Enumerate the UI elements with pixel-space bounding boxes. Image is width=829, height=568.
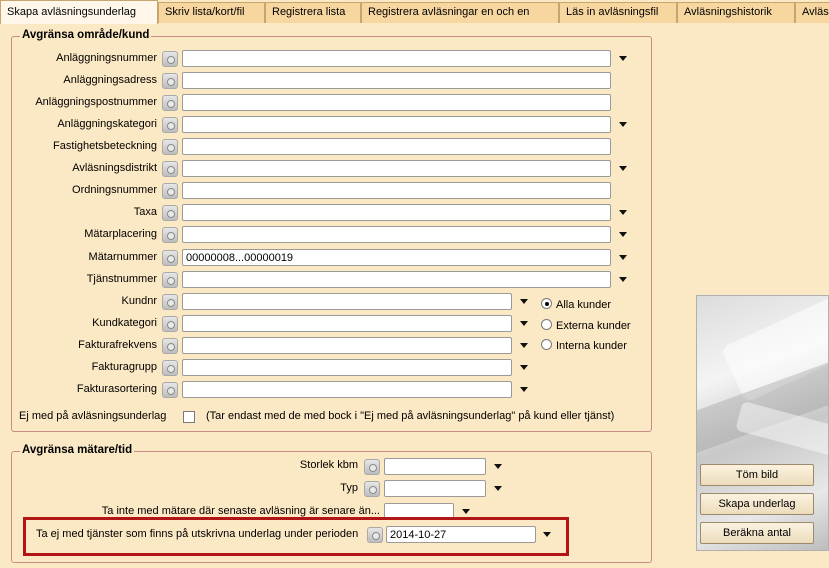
ordningsnummer-input[interactable] [182, 182, 611, 199]
tab-skapa-avlasningsunderlag[interactable]: Skapa avläsningsunderlag [0, 0, 158, 24]
chevron-down-icon[interactable] [517, 294, 532, 309]
gear-icon[interactable] [162, 117, 178, 133]
radio-label: Alla kunder [556, 299, 612, 311]
radio-externa-kunder[interactable]: Externa kunder [541, 319, 631, 332]
chevron-down-icon[interactable] [616, 117, 631, 132]
gear-icon[interactable] [364, 459, 380, 475]
storlek-input[interactable] [384, 458, 486, 475]
chevron-down-icon[interactable] [616, 227, 631, 242]
tab-registrera-lista[interactable]: Registrera lista [265, 2, 361, 23]
fakturasortering-label: Fakturasortering [76, 383, 157, 395]
exclude-label: Ej med på avläsningsunderlag [19, 410, 167, 422]
ordningsnummer-label: Ordningsnummer [72, 184, 157, 196]
tab-registrera-en-och-en[interactable]: Registrera avläsningar en och en [361, 2, 559, 23]
gear-icon[interactable] [162, 205, 178, 221]
exclude-checkbox[interactable] [183, 411, 195, 423]
matarnummer-label: Mätarnummer [88, 251, 157, 263]
tab-avlasningshistorik[interactable]: Avläsningshistorik [677, 2, 795, 23]
chevron-down-icon[interactable] [616, 205, 631, 220]
chevron-down-icon[interactable] [540, 527, 555, 542]
gear-icon[interactable] [162, 161, 178, 177]
group-title-omrade-kund: Avgränsa område/kund [20, 29, 152, 41]
gear-icon[interactable] [162, 294, 178, 310]
kundnr-input[interactable] [182, 293, 512, 310]
anlaggningskategori-input[interactable] [182, 116, 611, 133]
matarnummer-input[interactable]: 00000008...00000019 [182, 249, 611, 266]
tab-las-in-avlasningsfil[interactable]: Läs in avläsningsfil [559, 2, 677, 23]
gear-icon[interactable] [162, 139, 178, 155]
tab-skriv-lista[interactable]: Skriv lista/kort/fil [158, 2, 265, 23]
kundnr-label: Kundnr [121, 295, 157, 307]
fakturafrekvens-input[interactable] [182, 337, 512, 354]
chevron-down-icon[interactable] [616, 272, 631, 287]
anlaggningsadress-label: Anläggningsadress [63, 74, 157, 86]
fakturagrupp-input[interactable] [182, 359, 512, 376]
exclude-note: (Tar endast med de med bock i "Ej med på… [206, 410, 615, 422]
skapa-underlag-button[interactable]: Skapa underlag [700, 493, 814, 515]
chevron-down-icon[interactable] [491, 481, 506, 496]
tom-bild-button[interactable]: Töm bild [700, 464, 814, 486]
berakna-antal-button[interactable]: Beräkna antal [700, 522, 814, 544]
radio-alla-kunder[interactable]: Alla kunder [541, 298, 611, 311]
group-title-matare-tid: Avgränsa mätare/tid [20, 444, 135, 456]
typ-input[interactable] [384, 480, 486, 497]
radio-interna-kunder[interactable]: Interna kunder [541, 339, 627, 352]
gear-icon[interactable] [162, 338, 178, 354]
fastighetsbeteckning-label: Fastighetsbeteckning [53, 140, 157, 152]
chevron-down-icon[interactable] [616, 161, 631, 176]
gear-icon[interactable] [162, 73, 178, 89]
fakturagrupp-label: Fakturagrupp [91, 361, 157, 373]
gear-icon[interactable] [364, 481, 380, 497]
tjanstnummer-input[interactable] [182, 271, 611, 288]
avlasningsdistrikt-label: Avläsningsdistrikt [72, 162, 157, 174]
anlaggningsadress-input[interactable] [182, 72, 611, 89]
radio-button[interactable] [541, 298, 552, 309]
fastighetsbeteckning-input[interactable] [182, 138, 611, 155]
tab-avlas[interactable]: Avläs [795, 2, 829, 23]
anlaggningspostnummer-label: Anläggningspostnummer [35, 96, 157, 108]
tab-bar: Skapa avläsningsunderlag Skriv lista/kor… [0, 0, 829, 24]
chevron-down-icon[interactable] [517, 338, 532, 353]
tjanstnummer-label: Tjänstnummer [86, 273, 157, 285]
gear-icon[interactable] [162, 183, 178, 199]
fakturasortering-input[interactable] [182, 381, 512, 398]
radio-button[interactable] [541, 319, 552, 330]
storlek-label: Storlek kbm [299, 459, 358, 471]
chevron-down-icon[interactable] [517, 360, 532, 375]
taxa-label: Taxa [133, 206, 157, 218]
anlaggningspostnummer-input[interactable] [182, 94, 611, 111]
kundkategori-label: Kundkategori [92, 317, 157, 329]
chevron-down-icon[interactable] [517, 316, 532, 331]
gear-icon[interactable] [162, 316, 178, 332]
chevron-down-icon[interactable] [517, 382, 532, 397]
gear-icon[interactable] [162, 51, 178, 67]
gear-icon[interactable] [162, 360, 178, 376]
gear-icon[interactable] [162, 95, 178, 111]
typ-label: Typ [340, 482, 358, 494]
gear-icon[interactable] [162, 382, 178, 398]
anlaggningskategori-label: Anläggningskategori [57, 118, 157, 130]
tjanster-date-input[interactable]: 2014-10-27 [386, 526, 536, 543]
tjanster-label: Ta ej med tjänster som finns på utskrivn… [36, 528, 359, 540]
taxa-input[interactable] [182, 204, 611, 221]
gear-icon[interactable] [162, 250, 178, 266]
gear-icon[interactable] [367, 527, 383, 543]
radio-label: Externa kunder [556, 320, 631, 332]
anlaggningsnummer-input[interactable] [182, 50, 611, 67]
matarplacering-input[interactable] [182, 226, 611, 243]
gear-icon[interactable] [162, 272, 178, 288]
radio-button[interactable] [541, 339, 552, 350]
gear-icon[interactable] [162, 227, 178, 243]
chevron-down-icon[interactable] [616, 51, 631, 66]
avlasningsdistrikt-input[interactable] [182, 160, 611, 177]
fakturafrekvens-label: Fakturafrekvens [78, 339, 157, 351]
kundkategori-input[interactable] [182, 315, 512, 332]
radio-label: Interna kunder [556, 340, 627, 352]
anlaggningsnummer-label: Anläggningsnummer [56, 52, 157, 64]
chevron-down-icon[interactable] [491, 459, 506, 474]
chevron-down-icon[interactable] [616, 250, 631, 265]
senaste-label: Ta inte med mätare där senaste avläsning… [101, 505, 380, 517]
matarplacering-label: Mätarplacering [84, 228, 157, 240]
